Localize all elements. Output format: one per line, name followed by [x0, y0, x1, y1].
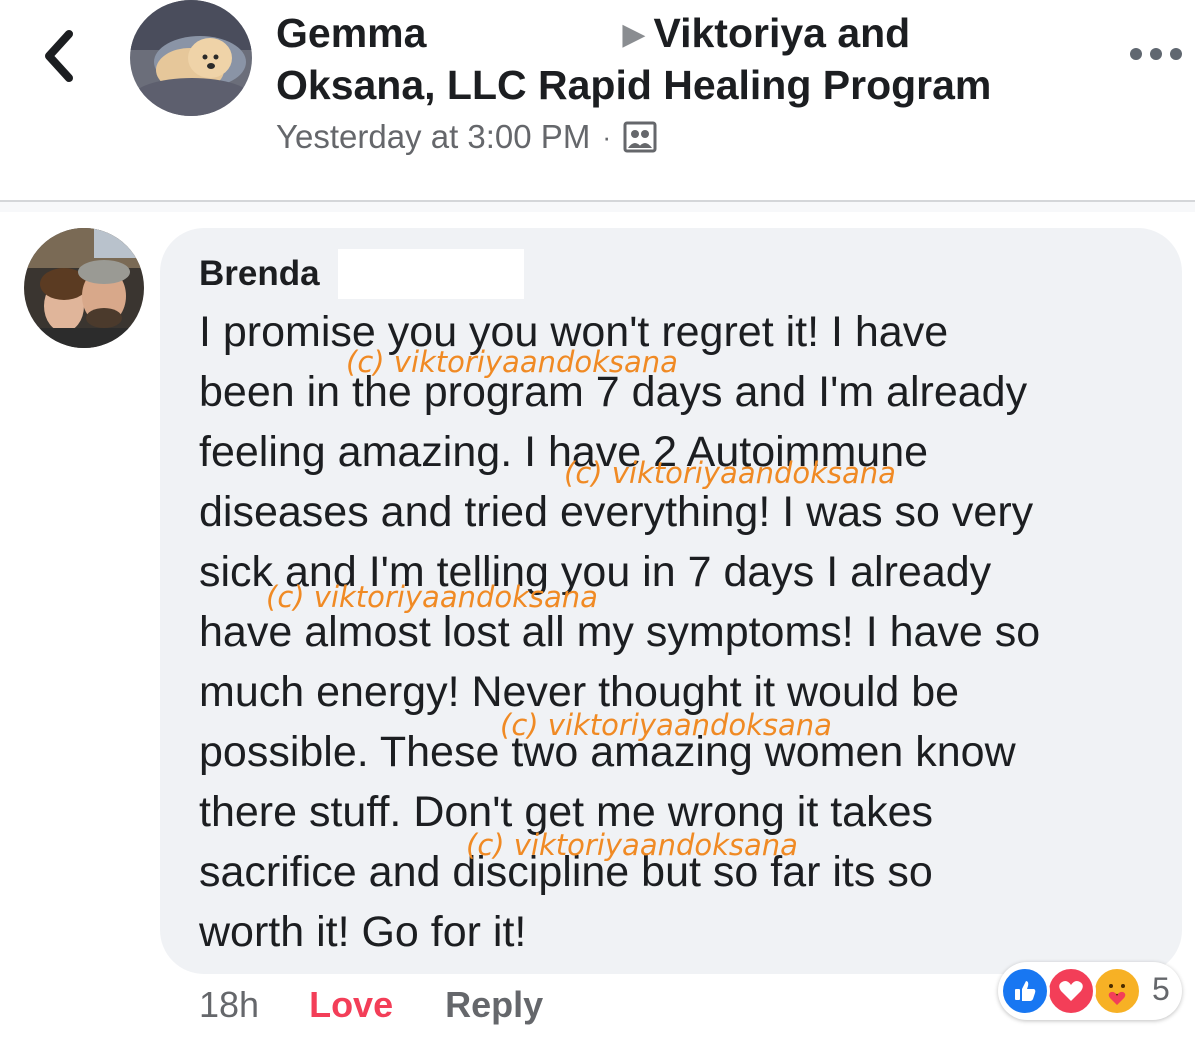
love-reaction-button[interactable]: Love — [309, 984, 393, 1026]
more-horizontal-icon — [1130, 48, 1142, 60]
comment-text: I promise you you won't regret it! I hav… — [199, 302, 1159, 962]
group-name-line2[interactable]: Oksana, LLC Rapid Healing Program — [276, 62, 991, 108]
reaction-summary[interactable]: 5 — [998, 962, 1182, 1020]
comment-line: diseases and tried everything! I was so … — [199, 488, 1034, 536]
love-icon — [1046, 966, 1096, 1016]
comment-time[interactable]: 18h — [199, 984, 259, 1026]
comment-line: there stuff. Don't get me wrong it takes — [199, 788, 934, 836]
like-icon — [1000, 966, 1050, 1016]
back-button[interactable] — [38, 30, 78, 82]
comment-line: possible. These two amazing women know — [199, 728, 1016, 776]
comment-actions: 18h Love Reply — [199, 984, 543, 1026]
reaction-count: 5 — [1152, 971, 1170, 1007]
comment-line: worth it! Go for it! — [199, 908, 527, 956]
post-title: Gemma ▶ Viktoriya and Oksana, LLC Rapid He… — [276, 8, 1036, 111]
comment-line: sacrifice and discipline but so far its … — [199, 848, 933, 896]
comment-line: have almost lost all my symptoms! I have… — [199, 608, 1041, 656]
post-author-name[interactable]: Gemma — [276, 10, 426, 56]
comment-line: sick and I'm telling you in 7 days I alr… — [199, 548, 992, 596]
comment-line: I promise you you won't regret it! I hav… — [199, 308, 949, 356]
group-privacy-icon — [623, 121, 657, 153]
commenter-avatar[interactable] — [24, 228, 144, 348]
triangle-right-icon: ▶ — [622, 18, 646, 51]
comment-line: been in the program 7 days and I'm alrea… — [199, 368, 1028, 416]
care-icon — [1092, 966, 1142, 1016]
author-avatar[interactable] — [130, 0, 252, 116]
chevron-left-icon — [45, 30, 73, 82]
comment-line: feeling amazing. I have 2 Autoimmune — [199, 428, 929, 476]
post-timestamp[interactable]: Yesterday at 3:00 PM — [276, 118, 590, 156]
redacted-surname — [338, 249, 524, 299]
comment-author-name[interactable]: Brenda — [199, 254, 320, 294]
comment-line: much energy! Never thought it would be — [199, 668, 960, 716]
reply-button[interactable]: Reply — [445, 984, 543, 1026]
group-name-line1[interactable]: Viktoriya and — [654, 10, 911, 56]
header-divider-shadow — [0, 202, 1195, 212]
more-options-button[interactable] — [1130, 44, 1182, 64]
post-meta: Yesterday at 3:00 PM · — [276, 118, 657, 156]
meta-separator: · — [602, 121, 611, 152]
